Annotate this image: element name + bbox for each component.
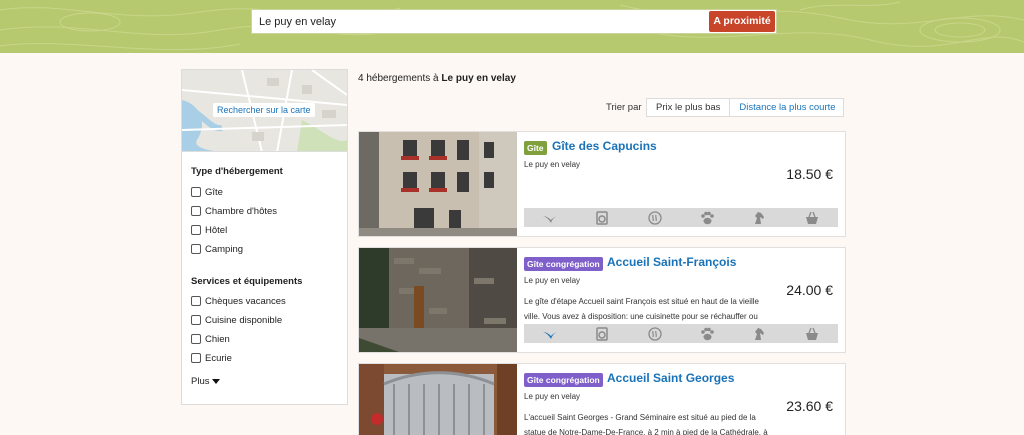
- checkbox[interactable]: [191, 334, 201, 344]
- listing-photo[interactable]: [359, 132, 517, 236]
- filter-chambre-hotes[interactable]: Chambre d'hôtes: [191, 204, 277, 218]
- results-count-prefix: 4 hébergements à: [358, 73, 439, 84]
- listing-title[interactable]: Accueil Saint Georges: [607, 371, 734, 385]
- listing-title[interactable]: Gîte des Capucins: [552, 139, 657, 153]
- sort-distance-shortest[interactable]: Distance la plus courte: [730, 99, 844, 116]
- search-input[interactable]: [252, 10, 702, 33]
- heating-icon: [647, 326, 663, 341]
- filter-ecurie[interactable]: Ecurie: [191, 351, 232, 365]
- checkbox[interactable]: [191, 244, 201, 254]
- filters-sidebar: Rechercher sur la carte Type d'hébergeme…: [181, 69, 348, 405]
- horse-icon: [751, 211, 767, 225]
- checkbox[interactable]: [191, 206, 201, 216]
- filter-label: Chambre d'hôtes: [205, 205, 278, 217]
- sort-price-lowest[interactable]: Prix le plus bas: [647, 99, 731, 116]
- filter-cuisine[interactable]: Cuisine disponible: [191, 313, 282, 327]
- filter-label: Hôtel: [205, 224, 228, 236]
- accommodation-type-badge: Gîte congrégation: [524, 257, 603, 271]
- filter-gite[interactable]: Gîte: [191, 185, 223, 199]
- basket-icon: [804, 327, 820, 341]
- more-filters-toggle[interactable]: Plus: [191, 376, 221, 387]
- sort-label: Trier par: [606, 102, 642, 113]
- type-filter-title: Type d'hébergement: [191, 166, 283, 177]
- filter-label: Cuisine disponible: [205, 314, 283, 326]
- listing-price: 18.50 €: [786, 166, 833, 182]
- checkbox[interactable]: [191, 315, 201, 325]
- horse-icon: [751, 327, 767, 341]
- listing-price: 23.60 €: [786, 398, 833, 414]
- listing-city: Le puy en velay: [524, 160, 581, 169]
- listing-title[interactable]: Accueil Saint-François: [607, 255, 736, 269]
- results-count: 4 hébergements à Le puy en velay: [358, 73, 516, 84]
- amenities-bar: [524, 208, 838, 227]
- bird-icon: [542, 211, 558, 225]
- washing-machine-icon: [594, 326, 610, 341]
- checkbox[interactable]: [191, 225, 201, 235]
- listing-card[interactable]: Gîte congrégation Accueil Saint Georges …: [358, 363, 846, 435]
- bird-icon: [542, 327, 558, 341]
- filter-label: Gîte: [205, 186, 223, 198]
- listing-card[interactable]: Gîte Gîte des Capucins Le puy en velay 1…: [358, 131, 846, 237]
- header-bar: A proximité: [0, 0, 1024, 53]
- search-on-map-link[interactable]: Rechercher sur la carte: [213, 103, 315, 117]
- search-box: A proximité: [251, 9, 777, 34]
- filter-label: Ecurie: [205, 352, 232, 364]
- filter-label: Chien: [205, 333, 230, 345]
- filter-camping[interactable]: Camping: [191, 242, 243, 256]
- paw-icon: [699, 327, 715, 341]
- services-filter-title: Services et équipements: [191, 276, 303, 287]
- listing-photo[interactable]: [359, 248, 517, 352]
- filter-label: Camping: [205, 243, 244, 255]
- filter-hotel[interactable]: Hôtel: [191, 223, 227, 237]
- caret-down-icon: [212, 379, 221, 384]
- paw-icon: [699, 211, 715, 225]
- filter-chien[interactable]: Chien: [191, 332, 230, 346]
- listing-description: L'accueil Saint Georges - Grand Séminair…: [524, 413, 768, 435]
- basket-icon: [804, 211, 820, 225]
- listing-photo[interactable]: [359, 364, 517, 435]
- amenities-bar: [524, 324, 838, 343]
- sort-options: Prix le plus bas Distance la plus courte: [646, 98, 844, 117]
- listing-city: Le puy en velay: [524, 392, 581, 401]
- checkbox[interactable]: [191, 353, 201, 363]
- checkbox[interactable]: [191, 296, 201, 306]
- filter-cheques-vacances[interactable]: Chèques vacances: [191, 294, 286, 308]
- checkbox[interactable]: [191, 187, 201, 197]
- map-thumbnail[interactable]: Rechercher sur la carte: [182, 70, 347, 152]
- nearby-button[interactable]: A proximité: [709, 11, 775, 32]
- washing-machine-icon: [594, 210, 610, 225]
- accommodation-type-badge: Gîte congrégation: [524, 373, 603, 387]
- results-location: Le puy en velay: [441, 73, 516, 84]
- filter-label: Chèques vacances: [205, 295, 286, 307]
- more-label: Plus: [191, 376, 210, 387]
- listing-price: 24.00 €: [786, 282, 833, 298]
- heating-icon: [647, 210, 663, 225]
- listing-city: Le puy en velay: [524, 276, 581, 285]
- listing-card[interactable]: Gîte congrégation Accueil Saint-François…: [358, 247, 846, 353]
- accommodation-type-badge: Gîte: [524, 141, 547, 155]
